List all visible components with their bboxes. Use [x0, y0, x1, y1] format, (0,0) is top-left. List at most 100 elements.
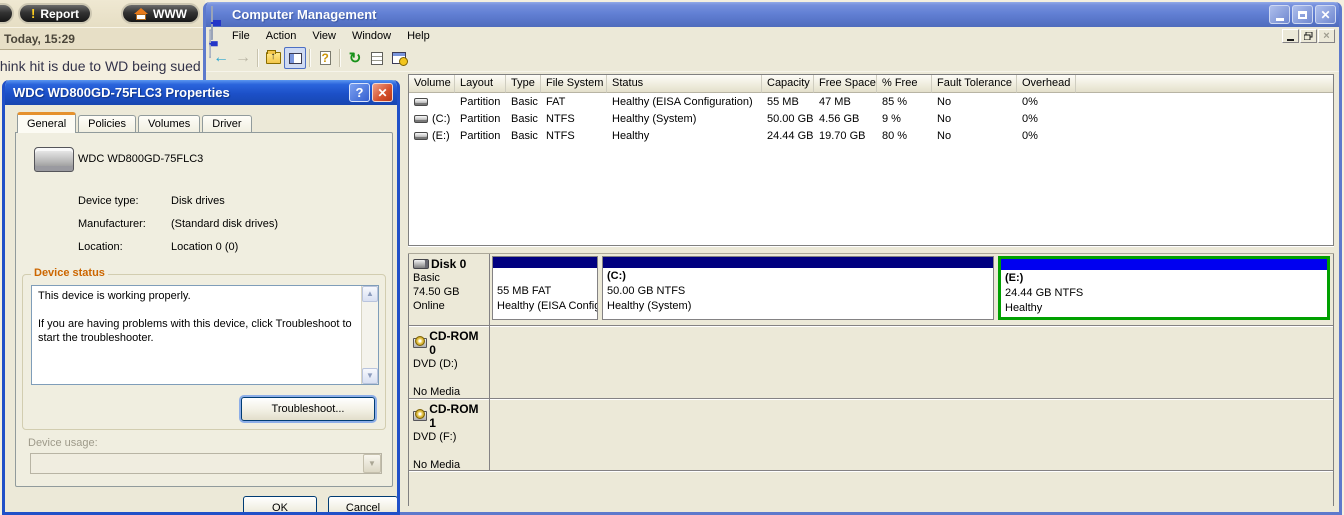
dialog-close-button[interactable]: ✕	[372, 83, 393, 102]
chevron-down-icon[interactable]: ▼	[363, 454, 381, 473]
scroll-up-icon[interactable]: ▲	[362, 286, 378, 302]
troubleshoot-button[interactable]: Troubleshoot...	[241, 397, 375, 421]
device-status-groupbox: Device status This device is working pro…	[22, 267, 386, 430]
menu-action[interactable]: Action	[258, 28, 305, 44]
volume-row-c[interactable]: (C:) Partition Basic NTFS Healthy (Syste…	[409, 110, 1333, 127]
drive-icon	[414, 114, 428, 123]
dialog-title: WDC WD800GD-75FLC3 Properties	[13, 85, 230, 100]
www-button[interactable]: WWW	[121, 3, 200, 24]
device-type-value: Disk drives	[171, 195, 225, 207]
disk0-media-area: 55 MB FAT Healthy (EISA Configura (C:) 5…	[490, 254, 1333, 325]
device-name: WDC WD800GD-75FLC3	[78, 153, 204, 165]
device-properties-dialog: WDC WD800GD-75FLC3 Properties ? ✕ Genera…	[2, 80, 400, 515]
home-icon	[134, 7, 148, 20]
header-free-space[interactable]: Free Space	[814, 75, 877, 93]
menu-window[interactable]: Window	[344, 28, 399, 44]
menu-view[interactable]: View	[304, 28, 344, 44]
cdrom1-row: CD-ROM 1 DVD (F:) No Media	[409, 399, 1333, 471]
computer-icon	[211, 6, 227, 40]
toolbar-separator	[257, 49, 259, 67]
new-window-button[interactable]	[388, 47, 410, 69]
drive-icon	[414, 97, 428, 106]
graphical-view-filler	[409, 471, 1333, 511]
cdrom0-row: CD-ROM 0 DVD (D:) No Media	[409, 326, 1333, 399]
header-status[interactable]: Status	[607, 75, 762, 93]
header-pct-free[interactable]: % Free	[877, 75, 932, 93]
volume-list-header: Volume Layout Type File System Status Ca…	[409, 75, 1333, 93]
header-overhead[interactable]: Overhead	[1017, 75, 1076, 93]
ok-button[interactable]: OK	[243, 496, 317, 512]
graphical-view-pane: Disk 0 Basic 74.50 GB Online 55 MB FAT H…	[408, 254, 1334, 506]
header-volume[interactable]: Volume	[409, 75, 455, 93]
mdi-minimize-button[interactable]	[1282, 29, 1299, 43]
up-button[interactable]: ↑	[0, 3, 14, 24]
forward-button[interactable]: →	[232, 47, 254, 69]
up-arrow-icon: ↑	[0, 7, 1, 21]
cancel-button[interactable]: Cancel	[328, 496, 397, 512]
dialog-tabs: General Policies Volumes Driver	[17, 112, 254, 133]
toolbar-separator	[309, 49, 311, 67]
help-button[interactable]: ?	[314, 47, 336, 69]
device-status-label: Device status	[31, 267, 108, 279]
pane-splitter[interactable]	[408, 246, 1334, 254]
restore-icon	[1304, 32, 1313, 40]
tab-driver[interactable]: Driver	[202, 115, 252, 133]
up-one-level-button[interactable]: ↑	[262, 47, 284, 69]
background-toolbar: ↑ ! Report WWW	[0, 0, 205, 27]
disk0-label-cell[interactable]: Disk 0 Basic 74.50 GB Online	[409, 254, 490, 325]
drive-icon	[414, 131, 428, 140]
show-console-tree-button[interactable]	[284, 47, 306, 69]
partition-color-strip	[493, 257, 597, 268]
cd-rom-icon	[413, 409, 428, 421]
cm-menubar: File Action View Window Help ×	[206, 27, 1339, 58]
tab-general[interactable]: General	[17, 112, 77, 133]
cm-toolbar: ← → ↑ ? ↻	[206, 45, 1339, 72]
up-folder-icon: ↑	[265, 50, 281, 64]
disk-icon	[413, 259, 429, 269]
header-filler	[1076, 75, 1333, 93]
header-fault-tolerance[interactable]: Fault Tolerance	[932, 75, 1017, 93]
volume-row-eisa[interactable]: Partition Basic FAT Healthy (EISA Config…	[409, 93, 1333, 110]
cdrom0-label-cell[interactable]: CD-ROM 0 DVD (D:) No Media	[409, 326, 490, 398]
tab-volumes[interactable]: Volumes	[138, 115, 201, 133]
console-tree-icon	[288, 52, 302, 64]
device-status-textbox[interactable]: This device is working properly. If you …	[31, 285, 379, 385]
maximize-button[interactable]	[1292, 5, 1313, 24]
device-usage-combobox[interactable]: ▼	[30, 453, 382, 474]
mdi-restore-button[interactable]	[1300, 29, 1317, 43]
cm-titlebar: Computer Management ✕	[206, 2, 1339, 40]
child-window-icon	[209, 28, 223, 58]
status-scrollbar[interactable]: ▲ ▼	[361, 286, 378, 384]
help-icon: ?	[319, 51, 331, 65]
refresh-button[interactable]: ↻	[344, 47, 366, 69]
forward-icon: →	[235, 49, 251, 66]
mdi-close-button[interactable]: ×	[1318, 29, 1335, 43]
volume-row-e[interactable]: (E:) Partition Basic NTFS Healthy 24.44 …	[409, 127, 1333, 144]
scroll-down-icon[interactable]: ▼	[362, 368, 378, 384]
minimize-button[interactable]	[1269, 5, 1290, 24]
toolbar-separator	[339, 49, 341, 67]
back-button[interactable]: ←	[210, 47, 232, 69]
dialog-help-button[interactable]: ?	[349, 83, 370, 102]
header-type[interactable]: Type	[506, 75, 541, 93]
location-value: Location 0 (0)	[171, 241, 239, 253]
property-sheet-icon	[371, 51, 383, 65]
volume-list-pane: Volume Layout Type File System Status Ca…	[408, 74, 1334, 246]
header-layout[interactable]: Layout	[455, 75, 506, 93]
partition-eisa[interactable]: 55 MB FAT Healthy (EISA Configura	[492, 256, 598, 320]
header-capacity[interactable]: Capacity	[762, 75, 814, 93]
disk0-row: Disk 0 Basic 74.50 GB Online 55 MB FAT H…	[409, 254, 1333, 326]
menu-help[interactable]: Help	[399, 28, 438, 44]
general-tab-panel: WDC WD800GD-75FLC3 Device type: Disk dri…	[15, 132, 393, 487]
status-line-1: This device is working properly.	[38, 290, 191, 302]
menu-file[interactable]: File	[224, 28, 258, 44]
close-button[interactable]: ✕	[1315, 5, 1336, 24]
partition-color-strip	[1001, 259, 1327, 270]
partition-e-selected[interactable]: (E:) 24.44 GB NTFS Healthy	[998, 256, 1330, 320]
cdrom1-label-cell[interactable]: CD-ROM 1 DVD (F:) No Media	[409, 399, 490, 471]
report-button[interactable]: ! Report	[18, 3, 93, 24]
properties-button[interactable]	[366, 47, 388, 69]
tab-policies[interactable]: Policies	[78, 115, 137, 133]
partition-c[interactable]: (C:) 50.00 GB NTFS Healthy (System)	[602, 256, 994, 320]
header-file-system[interactable]: File System	[541, 75, 607, 93]
